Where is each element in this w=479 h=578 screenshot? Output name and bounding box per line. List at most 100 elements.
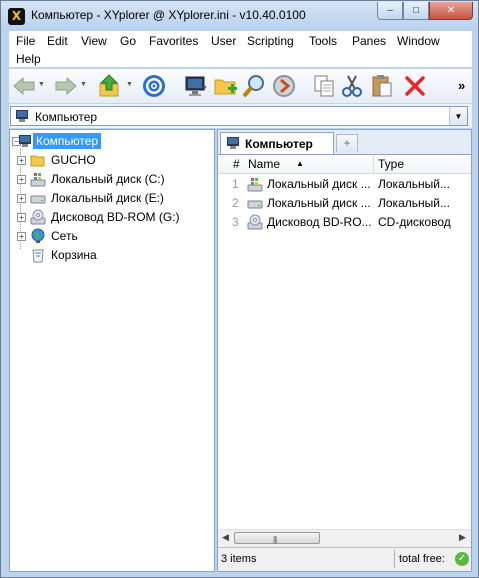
optical-drive-icon: [247, 214, 263, 230]
sort-ascending-icon: ▲: [296, 159, 304, 168]
cut-button[interactable]: [339, 73, 365, 99]
up-dropdown-icon[interactable]: ▼: [126, 81, 133, 88]
menu-go[interactable]: Go: [120, 34, 136, 48]
search-icon: [242, 75, 264, 98]
drive-icon: [30, 195, 46, 204]
horizontal-scrollbar[interactable]: ◀ ||| ▶: [218, 529, 471, 547]
computer-icon: [227, 137, 239, 149]
new-folder-button[interactable]: [213, 73, 239, 99]
cell-name: Дисковод BD-RO...: [267, 215, 372, 229]
tab-computer[interactable]: Компьютер: [220, 132, 334, 154]
tree-item-recycle-bin[interactable]: Корзина: [10, 246, 210, 265]
tree-item-label: Компьютер: [33, 133, 102, 149]
status-bar: 3 items total free: ✓: [218, 547, 471, 571]
tree-item-label: Сеть: [51, 229, 78, 243]
expand-icon[interactable]: +: [17, 156, 26, 165]
delete-button[interactable]: [402, 73, 428, 99]
close-button[interactable]: ✕: [429, 2, 473, 20]
toolbar: ▼ ▼ ▼ ▼ »: [9, 69, 472, 104]
table-row[interactable]: 1 Локальный диск ... Локальный...: [218, 175, 471, 194]
address-text: Компьютер: [35, 110, 98, 124]
expand-icon[interactable]: +: [17, 213, 26, 222]
computer-dropdown-icon[interactable]: ▼: [201, 85, 208, 92]
folder-tree: − Компьютер + GUCHO + Локальный диск (C:…: [9, 129, 215, 572]
menu-view[interactable]: View: [81, 34, 107, 48]
optical-drive-icon: [30, 209, 46, 225]
xyplorer-logo-icon[interactable]: X: [8, 8, 25, 25]
row-number: 2: [232, 196, 239, 210]
scroll-right-icon[interactable]: ▶: [459, 532, 466, 543]
back-dropdown-icon[interactable]: ▼: [38, 81, 45, 88]
table-row[interactable]: 3 Дисковод BD-RO... CD-дисковод: [218, 213, 471, 232]
menu-scripting[interactable]: Scripting: [247, 34, 294, 48]
cell-type: Локальный...: [378, 196, 450, 210]
column-type[interactable]: Type: [378, 157, 404, 171]
menu-favorites[interactable]: Favorites: [149, 34, 198, 48]
copy-icon: [314, 75, 334, 97]
menu-help[interactable]: Help: [16, 52, 41, 66]
expand-icon[interactable]: +: [17, 194, 26, 203]
table-row[interactable]: 2 Локальный диск ... Локальный...: [218, 194, 471, 213]
expand-icon[interactable]: +: [17, 232, 26, 241]
forward-dropdown-icon[interactable]: ▼: [80, 81, 87, 88]
scroll-left-icon[interactable]: ◀: [222, 532, 229, 543]
menu-window[interactable]: Window: [397, 34, 440, 48]
title-bar[interactable]: X Компьютер - XYplorer @ XYplorer.ini - …: [1, 1, 478, 31]
target-icon: [143, 75, 165, 97]
tree-item-gucho[interactable]: + GUCHO: [10, 151, 210, 170]
address-dropdown-button[interactable]: ▼: [449, 107, 467, 125]
tree-item-drive-e[interactable]: + Локальный диск (E:): [10, 189, 210, 208]
drive-icon: [247, 200, 263, 209]
tree-item-bdrom[interactable]: + Дисковод BD-ROM (G:): [10, 208, 210, 227]
computer-icon: [19, 135, 31, 147]
toolbar-overflow-button[interactable]: »: [458, 78, 465, 93]
tree-item-label: Локальный диск (E:): [51, 191, 164, 205]
network-icon: [31, 228, 45, 243]
tree-item-network[interactable]: + Сеть: [10, 227, 210, 246]
forward-icon: [55, 76, 77, 96]
back-button[interactable]: [11, 73, 37, 99]
column-name[interactable]: Name: [248, 157, 280, 171]
menu-tools[interactable]: Tools: [309, 34, 337, 48]
tree-item-computer[interactable]: − Компьютер: [10, 132, 210, 151]
goto-button[interactable]: [271, 73, 297, 99]
check-ok-icon: ✓: [455, 552, 469, 566]
cut-icon: [342, 75, 362, 97]
computer-icon: [16, 110, 28, 122]
window-title: Компьютер - XYplorer @ XYplorer.ini - v1…: [31, 8, 306, 22]
target-button[interactable]: [141, 73, 167, 99]
address-bar: Компьютер ▼: [9, 104, 472, 128]
app-window: X Компьютер - XYplorer @ XYplorer.ini - …: [0, 0, 479, 578]
forward-button[interactable]: [53, 73, 79, 99]
copy-button[interactable]: [311, 73, 337, 99]
tree-item-label: Локальный диск (C:): [51, 172, 165, 186]
file-list-pane: Компьютер + # Name ▲ Type 1 Локальный ди…: [217, 129, 472, 572]
menu-user[interactable]: User: [211, 34, 236, 48]
minimize-button[interactable]: –: [377, 2, 403, 20]
column-num[interactable]: #: [233, 157, 240, 171]
tab-strip: Компьютер +: [218, 130, 471, 155]
menu-edit[interactable]: Edit: [47, 34, 68, 48]
scrollbar-thumb[interactable]: |||: [234, 532, 320, 544]
maximize-button[interactable]: □: [403, 2, 429, 20]
column-header: # Name ▲ Type: [218, 155, 471, 174]
row-number: 3: [232, 215, 239, 229]
tree-item-drive-c[interactable]: + Локальный диск (C:): [10, 170, 210, 189]
grip-icon: |||: [273, 535, 277, 544]
tree-item-label: GUCHO: [51, 153, 96, 167]
paste-icon: [372, 75, 392, 97]
delete-icon: [405, 76, 425, 96]
expand-icon[interactable]: +: [17, 175, 26, 184]
new-folder-icon: [214, 79, 237, 95]
row-number: 1: [232, 177, 239, 191]
address-input[interactable]: Компьютер ▼: [10, 106, 468, 126]
new-tab-button[interactable]: +: [336, 134, 358, 152]
menu-file[interactable]: File: [16, 34, 35, 48]
up-button[interactable]: [97, 73, 123, 99]
folder-icon: [30, 155, 45, 167]
cell-name: Локальный диск ...: [267, 177, 371, 191]
recycle-bin-icon: [32, 249, 44, 263]
search-button[interactable]: [241, 73, 267, 99]
menu-panes[interactable]: Panes: [352, 34, 386, 48]
paste-button[interactable]: [369, 73, 395, 99]
